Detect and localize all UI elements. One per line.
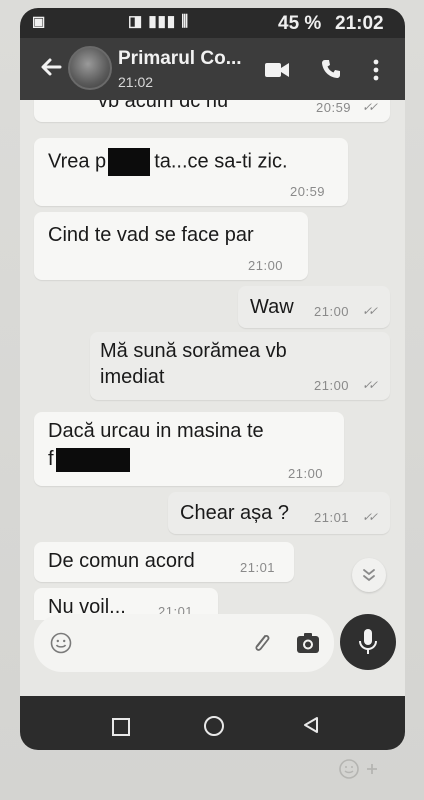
message-incoming[interactable]: vb acum dc nu 20:59 ✓✓ [34,100,390,122]
message-time: 21:01 [240,560,276,575]
chevron-double-down-icon [363,569,375,582]
message-time: 20:59 [290,184,326,199]
emoji-icon[interactable] [50,632,72,654]
message-input-bar[interactable] [34,614,334,672]
message-outgoing[interactable]: Chear așa ? 21:01 ✓✓ [168,492,390,534]
video-call-icon[interactable] [264,60,290,80]
message-list[interactable]: vb acum dc nu 20:59 ✓✓ Vrea p ta...ce sa-… [20,100,405,620]
image-notification-icon: ▣ [32,13,46,29]
message-text: Chear așa ? [180,502,289,524]
status-bar: ▣ ◨ ▮▮▮ ⫼ 45 % 21:02 [20,8,405,38]
redaction-box [108,148,151,176]
message-outgoing[interactable]: Waw 21:00 ✓✓ [238,286,390,328]
message-incoming[interactable]: Dacă urcau in masina te f 21:00 [34,412,344,486]
mic-icon [359,629,377,654]
message-text: vb acum dc nu [98,100,229,112]
double-check-icon: ✓✓ [362,510,378,524]
message-incoming[interactable]: Cind te vad se face par 21:00 [34,212,308,280]
message-time: 21:00 [314,304,350,319]
message-time: 21:00 [288,466,324,481]
double-check-icon: ✓✓ [362,378,378,392]
contact-name[interactable]: Primarul Co... [118,48,242,70]
nav-back-icon[interactable] [302,716,320,734]
message-text-part: Vrea p [48,150,107,173]
message-text: Cind te vad se face par [48,224,254,246]
message-text-line: Mă sună sorămea vb [100,340,287,362]
message-text-part: ta...ce sa-ti zic. [154,150,288,173]
back-arrow-icon[interactable] [38,54,64,80]
status-time: 21:02 [335,13,384,34]
signal-icons: ◨ ▮▮▮ ⫼ [128,13,190,30]
double-check-icon: ✓✓ [362,304,378,318]
battery-percentage: 45 % [278,13,322,34]
message-time: 21:00 [248,258,284,273]
paperclip-icon[interactable] [250,630,272,656]
contact-last-seen: 21:02 [118,74,154,90]
message-text: Waw [250,296,294,318]
system-navigation-bar [20,696,405,750]
phone-screen: ▣ ◨ ▮▮▮ ⫼ 45 % 21:02 Primarul Co... 21:0… [20,8,405,750]
message-incoming[interactable]: De comun acord 21:01 [34,542,294,582]
message-time: 20:59 [316,100,352,115]
scroll-to-bottom-button[interactable] [352,558,386,592]
message-outgoing[interactable]: Mă sună sorămea vb imediat 21:00 ✓✓ [90,332,390,400]
message-text: De comun acord [48,550,195,572]
message-text-part: f [48,448,54,470]
voice-message-button[interactable] [340,614,396,670]
message-time: 21:01 [314,510,350,525]
home-icon[interactable] [204,716,224,736]
more-vert-icon[interactable] [372,58,380,82]
double-check-icon: ✓✓ [362,100,378,114]
phone-icon[interactable] [320,58,342,80]
chat-header: Primarul Co... 21:02 [20,38,405,100]
camera-icon[interactable] [296,632,320,654]
redaction-box [55,447,130,472]
emoji-plus-icon [339,759,377,779]
contact-avatar[interactable] [68,46,112,90]
message-text: Vrea p ta...ce sa-ti zic. [48,148,288,176]
message-text-line: Dacă urcau in masina te [48,420,264,442]
message-incoming[interactable]: Vrea p ta...ce sa-ti zic. 20:59 [34,138,348,206]
message-text-line: f [48,446,130,472]
message-time: 21:00 [314,378,350,393]
message-text-line: imediat [100,366,165,388]
recent-apps-icon[interactable] [112,718,130,736]
